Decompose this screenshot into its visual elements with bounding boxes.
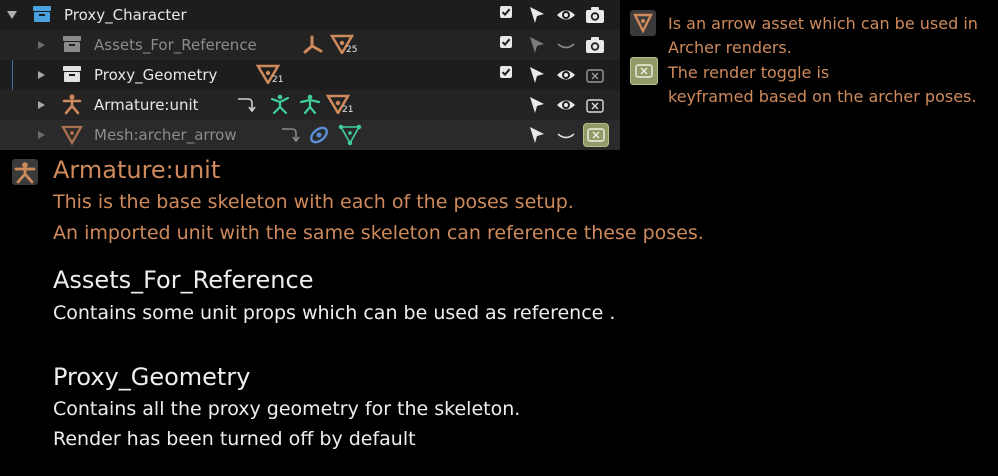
section-text-proxy-2: Render has been turned off by default <box>53 428 416 450</box>
bone-icon[interactable] <box>302 35 324 59</box>
eye-icon[interactable] <box>555 94 577 116</box>
select-cursor-icon[interactable] <box>526 64 548 86</box>
section-title-proxy-geometry: Proxy_Geometry <box>53 363 251 391</box>
outliner-row-armature-unit[interactable]: Armature:unit 21 <box>0 90 620 120</box>
select-cursor-icon[interactable] <box>526 4 548 26</box>
armature-icon <box>12 159 38 185</box>
select-cursor-icon[interactable] <box>526 94 548 116</box>
camera-render-icon[interactable] <box>584 4 606 26</box>
section-text-proxy-1: Contains all the proxy geometry for the … <box>53 398 521 420</box>
eye-icon[interactable] <box>555 64 577 86</box>
select-cursor-icon[interactable] <box>526 34 548 56</box>
expand-toggle-icon[interactable] <box>7 11 17 19</box>
render-disabled-icon[interactable] <box>584 94 606 116</box>
section-title-armature: Armature:unit <box>53 156 221 184</box>
section-text-assets-1: Contains some unit props which can be us… <box>53 302 616 324</box>
collection-icon <box>62 64 82 88</box>
expand-toggle-icon[interactable] <box>38 101 45 109</box>
render-disabled-icon[interactable] <box>584 64 606 86</box>
data-count-badge: 21 <box>342 105 354 115</box>
render-toggle-swatch <box>630 57 658 85</box>
camera-render-icon[interactable] <box>584 34 606 56</box>
constraint-icon[interactable] <box>280 125 302 149</box>
pose-action-icon[interactable] <box>268 93 292 119</box>
expand-toggle-icon[interactable] <box>38 131 45 139</box>
eye-icon[interactable] <box>555 4 577 26</box>
exclude-checkbox[interactable] <box>500 66 512 78</box>
expand-toggle-icon[interactable] <box>38 41 45 49</box>
row-label: Proxy_Character <box>64 6 187 24</box>
outliner-row-assets-for-reference[interactable]: Assets_For_Reference 25 <box>0 30 620 60</box>
render-toggle-note-line-1: The render toggle is <box>668 63 830 82</box>
data-count-badge: 25 <box>346 45 358 55</box>
modifier-wrench-icon[interactable] <box>308 124 330 150</box>
row-label: Mesh:archer_arrow <box>94 126 237 144</box>
eye-closed-icon[interactable] <box>555 124 577 146</box>
arrow-asset-swatch <box>630 10 656 36</box>
arrow-asset-note-line-2: Archer renders. <box>668 38 792 57</box>
collection-icon <box>62 34 82 58</box>
section-title-assets: Assets_For_Reference <box>53 266 314 294</box>
eye-closed-icon[interactable] <box>555 34 577 56</box>
outliner-row-proxy-geometry[interactable]: Proxy_Geometry 21 <box>0 60 620 90</box>
mesh-object-icon <box>61 125 83 149</box>
section-text-armature-2: An imported unit with the same skeleton … <box>53 222 704 244</box>
collection-icon <box>32 4 52 28</box>
pose-action-icon[interactable] <box>298 93 322 119</box>
render-toggle-note-line-2: keyframed based on the archer poses. <box>668 87 977 106</box>
row-label: Armature:unit <box>94 96 199 114</box>
outliner-panel: Proxy_Character Assets_For_Reference 25 … <box>0 0 620 150</box>
row-label: Assets_For_Reference <box>94 36 257 54</box>
row-label: Proxy_Geometry <box>94 66 218 84</box>
arrow-asset-note-line-1: Is an arrow asset which can be used in <box>668 14 978 33</box>
outliner-row-mesh-archer-arrow[interactable]: Mesh:archer_arrow <box>0 120 620 150</box>
armature-icon <box>61 93 83 119</box>
exclude-checkbox[interactable] <box>500 36 512 48</box>
vertex-group-icon[interactable] <box>338 124 362 150</box>
select-cursor-icon[interactable] <box>526 124 548 146</box>
constraint-icon[interactable] <box>236 95 258 119</box>
data-count-badge: 21 <box>272 75 284 85</box>
outliner-row-proxy-character[interactable]: Proxy_Character <box>0 0 620 30</box>
expand-toggle-icon[interactable] <box>38 71 45 79</box>
render-toggle-keyframed[interactable] <box>583 123 609 147</box>
section-text-armature-1: This is the base skeleton with each of t… <box>53 191 574 213</box>
exclude-checkbox[interactable] <box>500 6 512 18</box>
